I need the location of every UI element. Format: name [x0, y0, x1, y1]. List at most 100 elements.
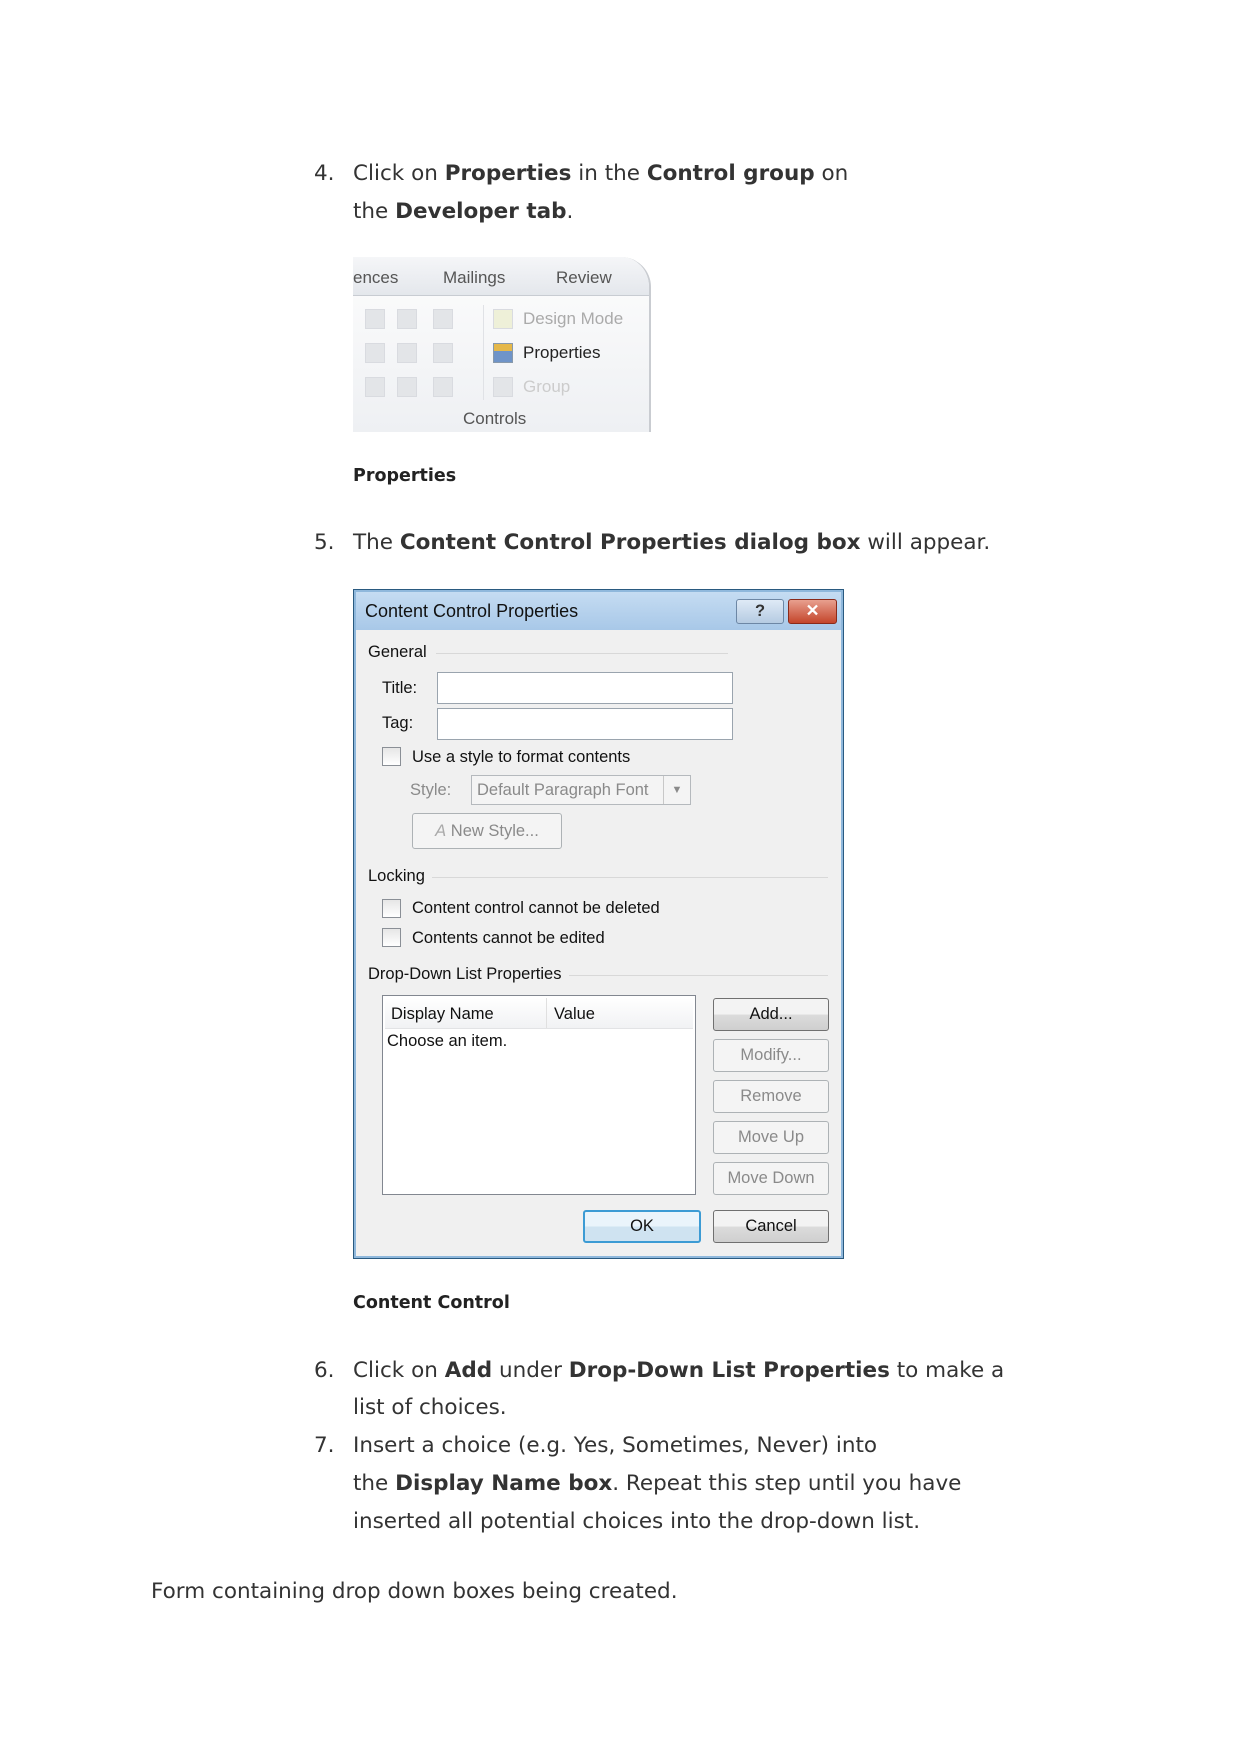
text-segment: inserted all potential choices into the … — [353, 1509, 921, 1534]
list-item[interactable]: Choose an item. — [387, 1032, 687, 1051]
controls-group-label: Controls — [463, 409, 527, 428]
text-segment: under — [492, 1358, 569, 1383]
checkbox-icon — [397, 377, 417, 397]
divider — [569, 975, 828, 976]
tab-mailings[interactable]: Mailings — [443, 268, 505, 288]
bold-term: Add — [444, 1358, 493, 1383]
modify-button[interactable]: Modify... — [713, 1039, 829, 1072]
legacy-tools-icon — [433, 377, 453, 397]
use-style-checkbox[interactable] — [382, 747, 401, 766]
text-segment: in the — [571, 161, 647, 186]
group-icon — [493, 377, 513, 397]
cancel-button[interactable]: Cancel — [713, 1210, 829, 1243]
properties-icon — [493, 343, 513, 363]
combo-box-icon — [397, 343, 417, 363]
step-line: The Content Control Properties dialog bo… — [353, 529, 990, 557]
dropdown-section-label: Drop-Down List Properties — [368, 965, 562, 983]
text-segment: The — [353, 530, 400, 555]
step-number: 5. — [314, 530, 335, 555]
style-select-value: Default Paragraph Font — [477, 781, 649, 799]
bold-term: Control group — [646, 161, 815, 186]
footer-paragraph: Form containing drop down boxes being cr… — [151, 1579, 678, 1604]
tab-references[interactable]: ences — [353, 268, 398, 288]
building-block-icon — [365, 343, 385, 363]
list-item-display-name: Choose an item. — [387, 1032, 508, 1050]
text-segment: . Repeat this step until you have — [612, 1471, 962, 1496]
move-up-button[interactable]: Move Up — [713, 1121, 829, 1154]
tag-input[interactable] — [437, 708, 733, 740]
column-divider — [546, 998, 547, 1028]
bold-term: Drop-Down List Properties — [568, 1358, 890, 1383]
close-button[interactable]: ✕ — [788, 599, 837, 624]
new-style-label: New Style... — [450, 822, 539, 840]
title-input[interactable] — [437, 672, 733, 704]
cannot-delete-label: Content control cannot be deleted — [412, 899, 660, 917]
title-label: Title: — [382, 679, 418, 697]
help-button[interactable]: ? — [736, 599, 784, 624]
cannot-edit-checkbox[interactable] — [382, 928, 401, 947]
bold-term: Developer tab — [395, 199, 567, 224]
divider — [436, 653, 728, 654]
step-line: Click on Add under Drop-Down List Proper… — [353, 1357, 1004, 1385]
general-section-label: General — [368, 643, 427, 661]
new-style-button[interactable]: A New Style... — [412, 813, 562, 849]
cannot-delete-checkbox[interactable] — [382, 899, 401, 918]
cannot-edit-label: Contents cannot be edited — [412, 929, 605, 947]
tag-label: Tag: — [382, 714, 414, 732]
dropdown-items-list[interactable]: Display Name Value Choose an item. — [382, 995, 696, 1195]
text-segment: to make a — [889, 1358, 1005, 1383]
ribbon-tabs: ences Mailings Review — [353, 257, 649, 296]
text-segment: will appear. — [860, 530, 991, 555]
text-segment: on — [814, 161, 849, 186]
move-down-button[interactable]: Move Down — [713, 1162, 829, 1195]
divider — [483, 305, 484, 400]
text-segment: Click on — [353, 1358, 445, 1383]
dialog-titlebar: Content Control Properties ? ✕ — [356, 592, 841, 630]
step-line: Insert a choice (e.g. Yes, Sometimes, Ne… — [353, 1432, 877, 1460]
step-number: 7. — [314, 1433, 335, 1458]
step-line: list of choices. — [353, 1394, 507, 1422]
text-segment: the — [353, 1471, 396, 1496]
dialog-title: Content Control Properties — [365, 601, 579, 621]
text-segment: Insert a choice (e.g. Yes, Sometimes, Ne… — [353, 1433, 878, 1458]
divider — [432, 877, 828, 878]
group-button[interactable]: Group — [523, 377, 570, 397]
properties-button[interactable]: Properties — [523, 343, 600, 363]
text-segment: list of choices. — [353, 1395, 507, 1420]
design-mode-icon — [493, 309, 513, 329]
step-line: Click on Properties in the Control group… — [353, 160, 848, 188]
use-style-label: Use a style to format contents — [412, 748, 631, 766]
ok-button[interactable]: OK — [583, 1210, 701, 1243]
step-number: 4. — [314, 161, 335, 186]
locking-section-label: Locking — [368, 867, 425, 885]
text-segment: the — [353, 199, 396, 224]
chevron-down-icon: ▼ — [663, 776, 690, 804]
remove-button[interactable]: Remove — [713, 1080, 829, 1113]
content-control-properties-dialog: Content Control Properties ? ✕ General T… — [353, 589, 844, 1259]
step-line: inserted all potential choices into the … — [353, 1508, 920, 1536]
dropdown-list-icon — [433, 343, 453, 363]
add-button[interactable]: Add... — [713, 998, 829, 1031]
new-style-icon: A — [435, 822, 447, 840]
tab-review[interactable]: Review — [556, 268, 612, 288]
text-segment: Click on — [353, 161, 445, 186]
list-header: Display Name Value — [385, 998, 693, 1029]
figure-caption: Content Control — [353, 1293, 510, 1313]
column-header-display-name[interactable]: Display Name — [391, 1005, 494, 1024]
picture-icon — [433, 309, 453, 329]
column-header-value[interactable]: Value — [554, 1005, 595, 1024]
bold-term: Display Name box — [395, 1471, 613, 1496]
step-line: the Display Name box. Repeat this step u… — [353, 1470, 961, 1498]
style-label: Style: — [410, 781, 452, 799]
ribbon-controls-screenshot: ences Mailings Review Design Mode Proper… — [353, 257, 651, 432]
plain-text-icon — [397, 309, 417, 329]
text-segment: . — [566, 199, 574, 224]
figure-caption: Properties — [353, 466, 457, 486]
style-select[interactable]: Default Paragraph Font ▼ — [471, 775, 691, 805]
design-mode-button[interactable]: Design Mode — [523, 309, 623, 329]
step-line: the Developer tab. — [353, 198, 573, 226]
rich-text-icon — [365, 309, 385, 329]
step-number: 6. — [314, 1358, 335, 1383]
date-picker-icon — [365, 377, 385, 397]
bold-term: Content Control Properties dialog box — [399, 530, 861, 555]
